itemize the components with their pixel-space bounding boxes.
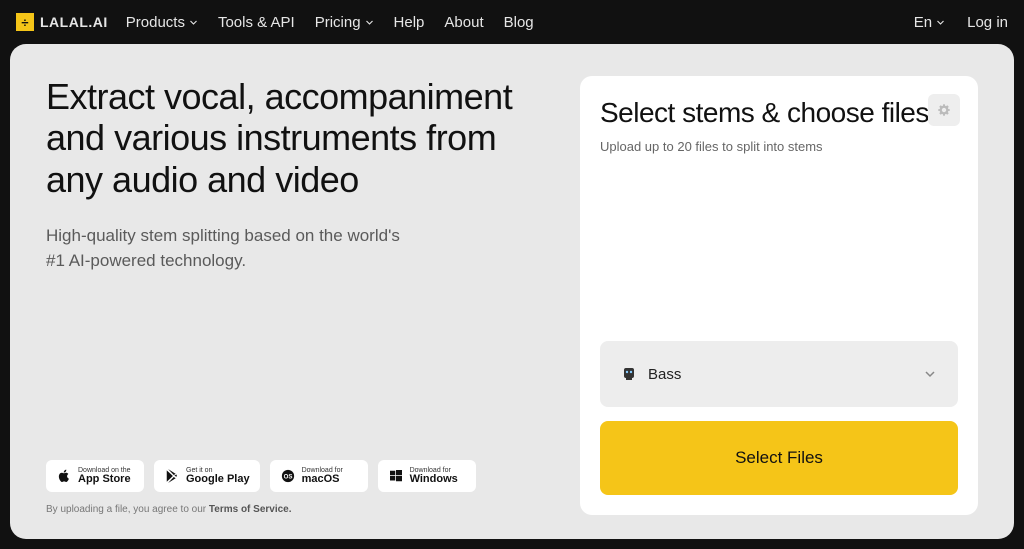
macos-button[interactable]: OS Download for macOS (270, 460, 368, 492)
macos-bottom: macOS (302, 474, 343, 485)
hero-footer: Download on the App Store Get it on Goog… (46, 460, 550, 515)
stem-selector[interactable]: Bass (600, 341, 958, 407)
brand-name: LALAL.AI (40, 14, 108, 30)
main-nav: Products Tools & API Pricing Help About … (126, 14, 534, 31)
macos-icon: OS (280, 468, 296, 484)
terms-link[interactable]: Terms of Service. (209, 504, 292, 515)
upload-panel: Select stems & choose files Upload up to… (580, 76, 978, 515)
googleplay-icon (164, 468, 180, 484)
chevron-down-icon (365, 18, 374, 27)
settings-button[interactable] (928, 94, 960, 126)
language-selector[interactable]: En (914, 14, 945, 31)
bass-icon (620, 365, 638, 383)
appstore-button[interactable]: Download on the App Store (46, 460, 144, 492)
nav-products-label: Products (126, 14, 185, 31)
svg-text:OS: OS (283, 474, 292, 481)
chevron-down-icon (922, 366, 938, 382)
login-label: Log in (967, 14, 1008, 31)
nav-help-label: Help (394, 14, 425, 31)
nav-tools[interactable]: Tools & API (218, 14, 295, 31)
nav-pricing-label: Pricing (315, 14, 361, 31)
windows-bottom: Windows (410, 474, 458, 485)
windows-button[interactable]: Download for Windows (378, 460, 476, 492)
googleplay-button[interactable]: Get it on Google Play (154, 460, 260, 492)
topbar-right: En Log in (914, 14, 1008, 31)
panel-subtitle: Upload up to 20 files to split into stem… (600, 139, 958, 154)
windows-icon (388, 468, 404, 484)
main-panel: Extract vocal, accompaniment and various… (10, 44, 1014, 539)
hero-subtitle: High-quality stem splitting based on the… (46, 224, 416, 273)
appstore-bottom: App Store (78, 474, 131, 485)
topbar: ÷ LALAL.AI Products Tools & API Pricing … (0, 0, 1024, 44)
apple-icon (56, 468, 72, 484)
gear-icon (937, 103, 951, 117)
login-link[interactable]: Log in (967, 14, 1008, 31)
nav-blog-label: Blog (504, 14, 534, 31)
chevron-down-icon (189, 18, 198, 27)
chevron-down-icon (936, 18, 945, 27)
panel-title: Select stems & choose files (600, 98, 958, 129)
brand-logo-icon: ÷ (16, 13, 34, 31)
panel-controls: Bass Select Files (600, 341, 958, 495)
terms-notice: By uploading a file, you agree to our Te… (46, 504, 550, 515)
select-files-button[interactable]: Select Files (600, 421, 958, 495)
googleplay-bottom: Google Play (186, 474, 250, 485)
language-label: En (914, 14, 932, 31)
nav-help[interactable]: Help (394, 14, 425, 31)
nav-products[interactable]: Products (126, 14, 198, 31)
select-files-label: Select Files (735, 448, 823, 468)
terms-prefix: By uploading a file, you agree to our (46, 504, 209, 515)
nav-tools-label: Tools & API (218, 14, 295, 31)
stem-selected-label: Bass (648, 366, 681, 383)
store-buttons: Download on the App Store Get it on Goog… (46, 460, 550, 492)
nav-about-label: About (444, 14, 483, 31)
nav-pricing[interactable]: Pricing (315, 14, 374, 31)
nav-about[interactable]: About (444, 14, 483, 31)
hero-title: Extract vocal, accompaniment and various… (46, 76, 550, 200)
nav-blog[interactable]: Blog (504, 14, 534, 31)
brand[interactable]: ÷ LALAL.AI (16, 13, 108, 31)
hero-column: Extract vocal, accompaniment and various… (46, 76, 550, 515)
